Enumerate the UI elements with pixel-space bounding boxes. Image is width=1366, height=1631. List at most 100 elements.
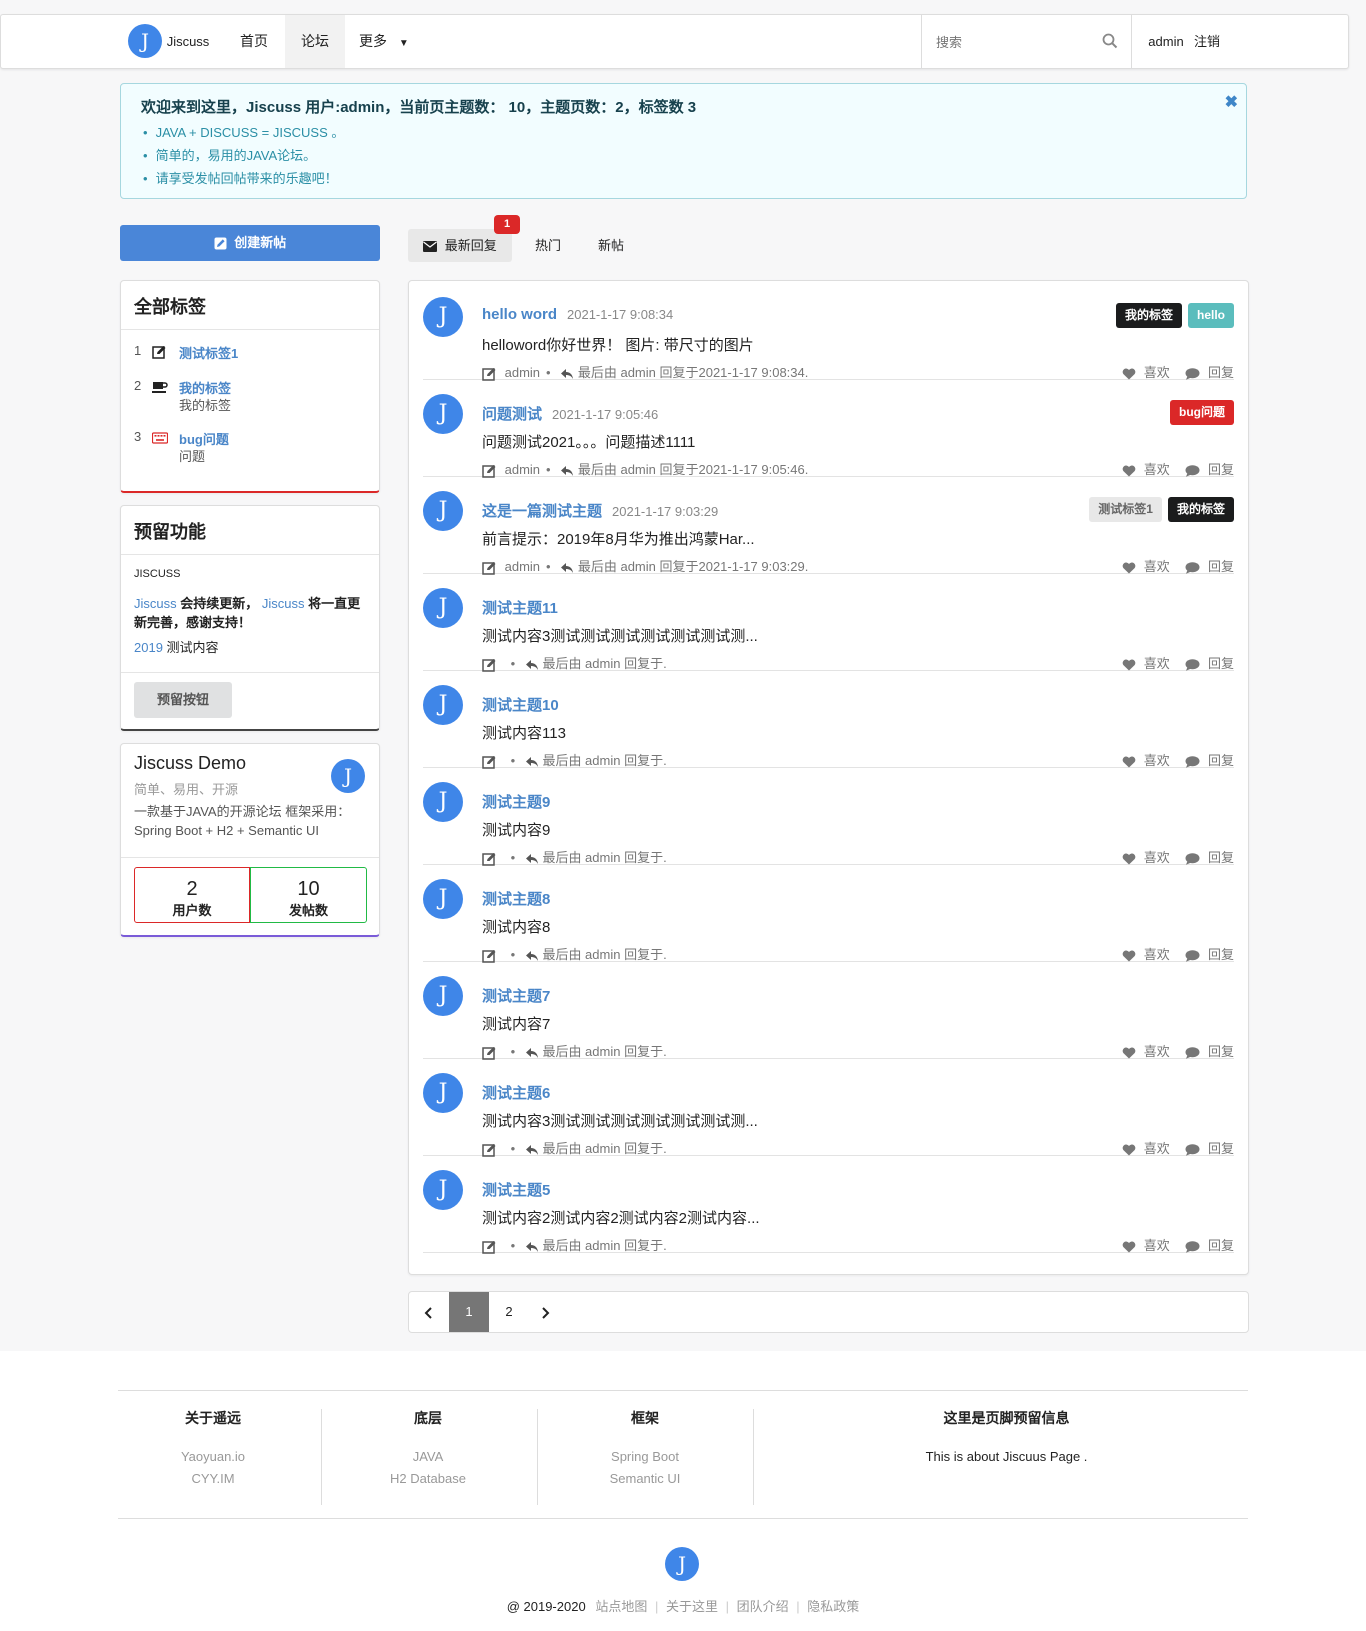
footer-link[interactable]: JAVA xyxy=(333,1446,523,1468)
avatar[interactable]: J xyxy=(423,685,463,725)
footer-link[interactable]: CYY.IM xyxy=(118,1468,308,1490)
footer-link[interactable]: 关于这里 xyxy=(666,1599,718,1614)
nav-home[interactable]: 首页 xyxy=(225,15,283,68)
comment-icon[interactable] xyxy=(1185,1238,1200,1253)
avatar[interactable]: J xyxy=(423,491,463,531)
reply-button[interactable]: 回复 xyxy=(1208,559,1234,574)
tag-label[interactable]: hello xyxy=(1187,303,1234,328)
search-box[interactable] xyxy=(921,15,1132,68)
topic-title[interactable]: 测试主题11 xyxy=(482,600,558,617)
topic-title[interactable]: 测试主题8 xyxy=(482,891,550,908)
avatar[interactable]: J xyxy=(423,588,463,628)
comment-icon[interactable] xyxy=(1185,462,1200,477)
like-button[interactable]: 喜欢 xyxy=(1144,1044,1170,1059)
topic-content[interactable]: 测试内容8 xyxy=(482,916,550,937)
comment-icon[interactable] xyxy=(1185,1044,1200,1059)
close-icon[interactable]: ✖ xyxy=(1225,92,1238,112)
create-post-button[interactable]: 创建新帖 xyxy=(120,225,380,261)
topic-content[interactable]: 测试内容2测试内容2测试内容2测试内容... xyxy=(482,1207,760,1228)
search-input[interactable] xyxy=(936,29,1096,55)
reply-button[interactable]: 回复 xyxy=(1208,1141,1234,1156)
reserved-button[interactable]: 预留按钮 xyxy=(134,682,232,718)
like-button[interactable]: 喜欢 xyxy=(1144,559,1170,574)
topic-content[interactable]: 测试内容3测试测试测试测试测试测试测... xyxy=(482,1110,758,1131)
logo-icon[interactable]: J xyxy=(128,24,162,58)
topic-title[interactable]: 问题测试 xyxy=(482,406,542,423)
tab-new[interactable]: 新帖 xyxy=(588,229,634,262)
like-button[interactable]: 喜欢 xyxy=(1144,753,1170,768)
comment-icon[interactable] xyxy=(1185,365,1200,380)
topic-title[interactable]: 测试主题9 xyxy=(482,794,550,811)
logo-icon[interactable]: J xyxy=(665,1547,699,1581)
heart-icon[interactable] xyxy=(1122,947,1136,962)
reply-button[interactable]: 回复 xyxy=(1208,1044,1234,1059)
heart-icon[interactable] xyxy=(1122,365,1136,380)
avatar[interactable]: J xyxy=(423,782,463,822)
like-button[interactable]: 喜欢 xyxy=(1144,850,1170,865)
tag-label[interactable]: 我的标签 xyxy=(1115,303,1182,328)
heart-icon[interactable] xyxy=(1122,559,1136,574)
logo-text[interactable]: Jiscuss xyxy=(163,15,213,68)
reserve-link[interactable]: Jiscuss xyxy=(262,596,305,611)
logout-link[interactable]: 注销 xyxy=(1191,15,1223,68)
heart-icon[interactable] xyxy=(1122,462,1136,477)
user-name[interactable]: admin xyxy=(1146,15,1186,68)
footer-link[interactable]: Spring Boot xyxy=(550,1446,740,1468)
search-icon[interactable] xyxy=(1102,32,1118,49)
nav-forum[interactable]: 论坛 xyxy=(285,15,345,68)
nav-more-dropdown[interactable]: 更多 ▼ xyxy=(351,15,421,68)
avatar[interactable]: J xyxy=(423,879,463,919)
footer-link[interactable]: H2 Database xyxy=(333,1468,523,1490)
reply-button[interactable]: 回复 xyxy=(1208,656,1234,671)
topic-author[interactable]: admin xyxy=(505,559,540,574)
topic-content[interactable]: 问题测试2021。。。问题描述1111 xyxy=(482,431,695,452)
footer-link[interactable]: 站点地图 xyxy=(595,1599,647,1614)
heart-icon[interactable] xyxy=(1122,753,1136,768)
topic-content[interactable]: 测试内容3测试测试测试测试测试测试测... xyxy=(482,625,758,646)
topic-content[interactable]: 前言提示：2019年8月华为推出鸿蒙Har... xyxy=(482,528,755,549)
footer-link[interactable]: Semantic UI xyxy=(550,1468,740,1490)
avatar[interactable]: J xyxy=(423,394,463,434)
reserve-link[interactable]: Jiscuss xyxy=(134,596,177,611)
heart-icon[interactable] xyxy=(1122,1238,1136,1253)
reply-button[interactable]: 回复 xyxy=(1208,462,1234,477)
reply-button[interactable]: 回复 xyxy=(1208,1238,1234,1253)
topic-title[interactable]: 测试主题6 xyxy=(482,1085,550,1102)
like-button[interactable]: 喜欢 xyxy=(1144,462,1170,477)
heart-icon[interactable] xyxy=(1122,656,1136,671)
tab-hot[interactable]: 热门 xyxy=(525,229,571,262)
tag-label[interactable]: 测试标签1 xyxy=(1089,497,1162,522)
comment-icon[interactable] xyxy=(1185,656,1200,671)
footer-link[interactable]: Yaoyuan.io xyxy=(118,1446,308,1468)
avatar[interactable]: J xyxy=(423,976,463,1016)
like-button[interactable]: 喜欢 xyxy=(1144,656,1170,671)
like-button[interactable]: 喜欢 xyxy=(1144,1141,1170,1156)
reply-button[interactable]: 回复 xyxy=(1208,365,1234,380)
topic-author[interactable]: admin xyxy=(505,365,540,380)
heart-icon[interactable] xyxy=(1122,850,1136,865)
next-page-icon[interactable] xyxy=(525,1292,565,1332)
like-button[interactable]: 喜欢 xyxy=(1144,947,1170,962)
comment-icon[interactable] xyxy=(1185,1141,1200,1156)
avatar[interactable]: J xyxy=(423,1170,463,1210)
topic-author[interactable]: admin xyxy=(505,462,540,477)
tag-label[interactable]: bug问题 xyxy=(1170,400,1234,425)
reply-button[interactable]: 回复 xyxy=(1208,947,1234,962)
tag-name[interactable]: 测试标签1 xyxy=(179,343,238,362)
tag-label[interactable]: 我的标签 xyxy=(1167,497,1234,522)
comment-icon[interactable] xyxy=(1185,559,1200,574)
prev-page-icon[interactable] xyxy=(409,1292,449,1332)
comment-icon[interactable] xyxy=(1185,947,1200,962)
avatar[interactable]: J xyxy=(423,297,463,337)
topic-title[interactable]: 测试主题7 xyxy=(482,988,550,1005)
topic-content[interactable]: 测试内容7 xyxy=(482,1013,550,1034)
comment-icon[interactable] xyxy=(1185,753,1200,768)
topic-content[interactable]: helloword你好世界！ 图片: 带尺寸的图片 xyxy=(482,334,754,355)
comment-icon[interactable] xyxy=(1185,850,1200,865)
like-button[interactable]: 喜欢 xyxy=(1144,1238,1170,1253)
reply-button[interactable]: 回复 xyxy=(1208,753,1234,768)
footer-link[interactable]: 隐私政策 xyxy=(807,1599,859,1614)
heart-icon[interactable] xyxy=(1122,1141,1136,1156)
topic-title[interactable]: 这是一篇测试主题 xyxy=(482,503,602,520)
avatar[interactable]: J xyxy=(423,1073,463,1113)
